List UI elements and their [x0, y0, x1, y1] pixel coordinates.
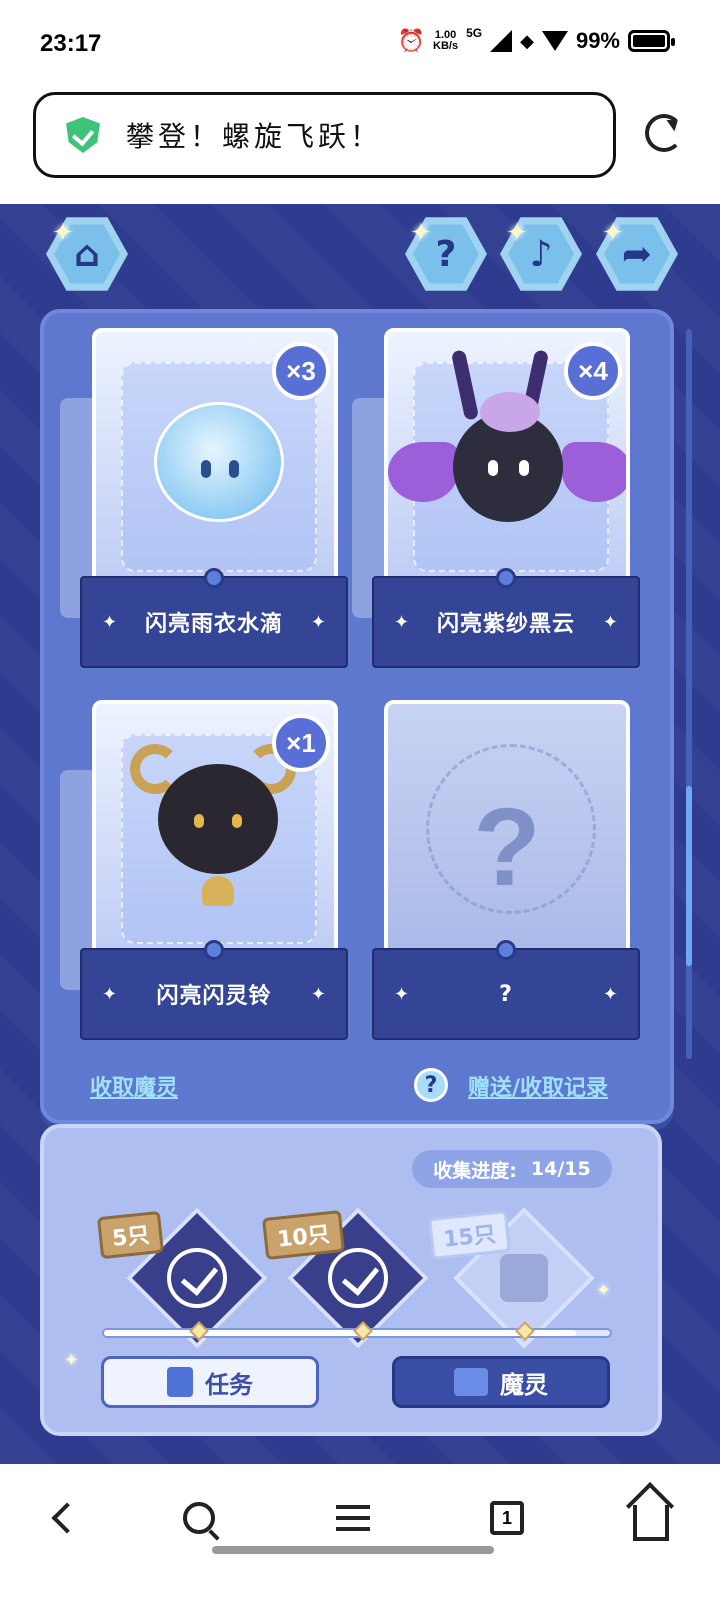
- gift-box-icon: [500, 1254, 548, 1302]
- signal-bars-icon: [490, 30, 513, 52]
- sparkle-icon: ✦: [52, 218, 74, 248]
- card-name: ?: [499, 981, 513, 1007]
- browser-nav-bar: 1: [0, 1465, 720, 1600]
- tabs-icon: 1: [490, 1501, 524, 1535]
- checkmark-icon: [167, 1248, 227, 1308]
- collection-progress-panel: 收集进度: 14/15 5只 10只 15只 ✦ ✦ 任务 魔灵: [40, 1124, 662, 1436]
- sparkle-icon: ✦: [310, 611, 326, 633]
- network-speed-unit: KB/s: [433, 40, 459, 52]
- status-icons: ⏰ 1.00 KB/s 5G ◆ 99%: [397, 26, 675, 54]
- status-bar: 23:17 ⏰ 1.00 KB/s 5G ◆ 99%: [0, 0, 720, 90]
- checkmark-icon: [328, 1248, 388, 1308]
- card-name: 闪亮闪灵铃: [156, 984, 272, 1009]
- card-pin: [496, 568, 516, 588]
- card-nameplate: ✦ 闪亮闪灵铃 ✦: [80, 948, 348, 1040]
- spirit-card[interactable]: ×1 ✦ 闪亮闪灵铃 ✦: [60, 700, 348, 1045]
- count-badge: ×1: [272, 714, 330, 772]
- sparkle-icon: ✦: [102, 983, 118, 1005]
- sparkle-icon: ✦: [64, 1350, 80, 1371]
- folder-icon: [454, 1368, 488, 1396]
- alarm-icon: ⏰: [397, 28, 426, 53]
- battery-percent: 99%: [575, 28, 620, 53]
- cellular-signal-icon: 5G: [466, 26, 483, 40]
- chevron-left-icon: [51, 1502, 83, 1534]
- data-exchange-icon: ◆: [520, 30, 534, 51]
- shiny-bell-spirit-mascot: [158, 764, 278, 874]
- home-icon: [633, 1505, 669, 1541]
- network-speed: 1.00 KB/s: [433, 30, 458, 52]
- milestone-label: 15只: [428, 1210, 511, 1260]
- menu-button[interactable]: [328, 1493, 378, 1543]
- spirit-card[interactable]: ×3 ✦ 闪亮雨衣水滴 ✦: [60, 328, 348, 673]
- back-button[interactable]: [42, 1493, 92, 1543]
- secure-shield-icon: [66, 117, 100, 153]
- card-name: 闪亮紫纱黑云: [436, 612, 575, 637]
- card-name: 闪亮雨衣水滴: [144, 612, 283, 637]
- card-pin: [496, 940, 516, 960]
- count-badge: ×3: [272, 342, 330, 400]
- progress-label: 收集进度:: [433, 1159, 517, 1182]
- card-nameplate: ✦ ? ✦: [372, 948, 640, 1040]
- menu-icon: [336, 1505, 370, 1531]
- battery-icon: [628, 30, 675, 52]
- sparkle-icon: ✦: [410, 218, 432, 248]
- home-indicator[interactable]: [212, 1546, 494, 1554]
- count-badge: ×4: [564, 342, 622, 400]
- milestone-label: 5只: [96, 1210, 165, 1260]
- gift-records-link[interactable]: 赠送/收取记录: [468, 1070, 608, 1102]
- raincoat-droplet-mascot: [154, 402, 284, 522]
- sparkle-icon: ✦: [394, 611, 410, 633]
- purple-wing-right: [562, 442, 626, 502]
- spirit-card[interactable]: ×4 ✦ 闪亮紫纱黑云 ✦: [352, 328, 640, 673]
- collection-progress: 收集进度: 14/15: [412, 1150, 612, 1188]
- sparkle-icon: ✦: [602, 983, 618, 1005]
- page-title: 攀登！螺旋飞跃！: [126, 120, 383, 153]
- spirit-button[interactable]: 魔灵: [392, 1356, 610, 1408]
- scrollbar-thumb[interactable]: [686, 786, 692, 966]
- clock-time: 23:17: [40, 30, 102, 57]
- address-bar[interactable]: 攀登！螺旋飞跃！: [33, 92, 616, 178]
- progress-fill: [104, 1330, 577, 1336]
- progress-track: [102, 1321, 612, 1341]
- tabs-button[interactable]: 1: [482, 1493, 532, 1543]
- game-canvas: ⌂ ✦ ? ✦ ♪ ✦ ➦ ✦ ×3 ✦ 闪亮雨衣水滴 ✦ ×4 ✦ 闪亮紫纱黑…: [0, 204, 720, 1464]
- home-nav-button[interactable]: [626, 1493, 676, 1543]
- unknown-question-mark: ?: [473, 786, 541, 909]
- sparkle-icon: ✦: [394, 983, 410, 1005]
- search-icon: [183, 1502, 215, 1534]
- progress-value: 14/15: [530, 1158, 591, 1180]
- sparkle-icon: ✦: [506, 218, 528, 248]
- question-icon[interactable]: ?: [414, 1068, 448, 1102]
- sparkle-icon: ✦: [310, 983, 326, 1005]
- sparkle-icon: ✦: [102, 611, 118, 633]
- sparkle-icon: ✦: [602, 611, 618, 633]
- task-doc-icon: [167, 1367, 193, 1397]
- task-button[interactable]: 任务: [101, 1356, 319, 1408]
- reload-icon[interactable]: [645, 114, 683, 152]
- sparkle-icon: ✦: [596, 1280, 612, 1301]
- card-pin: [204, 568, 224, 588]
- card-art: ?: [384, 700, 630, 970]
- wifi-icon: [541, 31, 568, 51]
- card-pin: [204, 940, 224, 960]
- collect-spirit-link[interactable]: 收取魔灵: [90, 1070, 178, 1102]
- card-nameplate: ✦ 闪亮紫纱黑云 ✦: [372, 576, 640, 668]
- spirit-button-label: 魔灵: [500, 1370, 548, 1399]
- locked-spirit-card[interactable]: ? ✦ ? ✦: [372, 700, 640, 1045]
- purple-wing-left: [388, 442, 458, 502]
- card-nameplate: ✦ 闪亮雨衣水滴 ✦: [80, 576, 348, 668]
- lavender-tuft: [480, 392, 540, 432]
- milestone-label: 10只: [262, 1210, 345, 1260]
- bell-icon: [202, 876, 234, 906]
- task-button-label: 任务: [205, 1370, 253, 1399]
- sparkle-icon: ✦: [602, 218, 624, 248]
- search-button[interactable]: [174, 1493, 224, 1543]
